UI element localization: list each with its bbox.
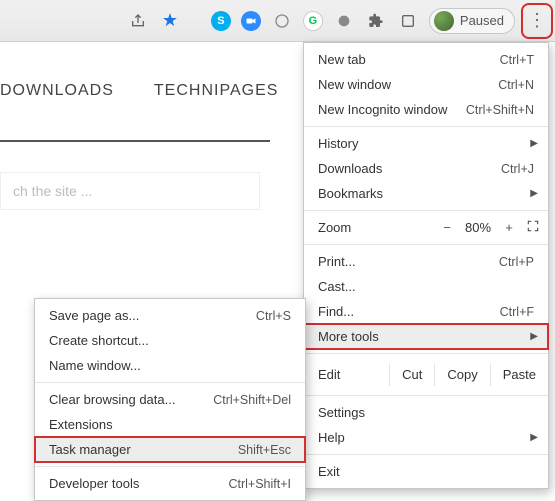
search-input[interactable]: ch the site ... [0, 172, 260, 210]
page-tab-technipages[interactable]: TECHNIPAGES [154, 82, 279, 100]
menu-label: Clear browsing data... [49, 392, 213, 407]
chrome-main-menu: New tab Ctrl+T New window Ctrl+N New Inc… [303, 42, 549, 489]
menu-separator [304, 126, 548, 127]
menu-label: Help [318, 430, 534, 445]
menu-label: Downloads [318, 161, 501, 176]
edit-paste-button[interactable]: Paste [490, 363, 548, 386]
bookmark-star-icon[interactable]: ★ [159, 10, 181, 32]
menu-bookmarks[interactable]: Bookmarks ▶ [304, 181, 548, 206]
browser-toolbar: ★ S G Paused ⋮ [0, 0, 555, 42]
submenu-task-manager[interactable]: Task manager Shift+Esc [35, 437, 305, 462]
submenu-arrow-icon: ▶ [530, 138, 538, 149]
extension-generic-icon[interactable] [271, 10, 293, 32]
chrome-menu-button[interactable]: ⋮ [525, 7, 549, 35]
menu-shortcut: Ctrl+T [500, 53, 534, 67]
submenu-name-window[interactable]: Name window... [35, 353, 305, 378]
menu-help[interactable]: Help ▶ [304, 425, 548, 450]
menu-label: Name window... [49, 358, 291, 373]
submenu-arrow-icon: ▶ [530, 331, 538, 342]
menu-shortcut: Ctrl+S [256, 309, 291, 323]
menu-downloads[interactable]: Downloads Ctrl+J [304, 156, 548, 181]
page-background: DOWNLOADS TECHNIPAGES ch the site ... [0, 42, 278, 210]
menu-separator [304, 210, 548, 211]
menu-label: History [318, 136, 534, 151]
page-tab-downloads[interactable]: DOWNLOADS [0, 82, 114, 100]
menu-label: More tools [318, 329, 534, 344]
menu-find[interactable]: Find... Ctrl+F [304, 299, 548, 324]
extension-skype-icon[interactable]: S [211, 11, 231, 31]
menu-label: Extensions [49, 417, 291, 432]
menu-label: Task manager [49, 442, 238, 457]
menu-label: Developer tools [49, 476, 228, 491]
menu-separator [35, 466, 305, 467]
submenu-arrow-icon: ▶ [530, 432, 538, 443]
menu-shortcut: Ctrl+J [501, 162, 534, 176]
menu-label: Save page as... [49, 308, 256, 323]
menu-label: New Incognito window [318, 102, 466, 117]
menu-label: New tab [318, 52, 500, 67]
menu-label: New window [318, 77, 498, 92]
menu-label: Cast... [318, 279, 534, 294]
menu-separator [35, 382, 305, 383]
profile-status-label: Paused [460, 13, 504, 28]
menu-shortcut: Ctrl+Shift+Del [213, 393, 291, 407]
menu-label: Print... [318, 254, 499, 269]
menu-print[interactable]: Print... Ctrl+P [304, 249, 548, 274]
menu-history[interactable]: History ▶ [304, 131, 548, 156]
more-tools-submenu: Save page as... Ctrl+S Create shortcut..… [34, 298, 306, 501]
menu-new-window[interactable]: New window Ctrl+N [304, 72, 548, 97]
zoom-percent: 80% [458, 220, 498, 235]
extensions-puzzle-icon[interactable] [365, 10, 387, 32]
submenu-arrow-icon: ▶ [530, 188, 538, 199]
menu-edit-row: Edit Cut Copy Paste [304, 358, 548, 391]
menu-new-tab[interactable]: New tab Ctrl+T [304, 47, 548, 72]
zoom-out-button[interactable]: − [436, 220, 458, 235]
menu-separator [304, 454, 548, 455]
zoom-label: Zoom [318, 220, 436, 235]
page-separator [0, 140, 270, 142]
extension-grammarly-icon[interactable]: G [303, 11, 323, 31]
submenu-create-shortcut[interactable]: Create shortcut... [35, 328, 305, 353]
menu-shortcut: Shift+Esc [238, 443, 291, 457]
menu-label: Settings [318, 405, 534, 420]
menu-separator [304, 395, 548, 396]
submenu-clear-browsing-data[interactable]: Clear browsing data... Ctrl+Shift+Del [35, 387, 305, 412]
menu-zoom-row: Zoom − 80% + [304, 215, 548, 240]
menu-settings[interactable]: Settings [304, 400, 548, 425]
menu-shortcut: Ctrl+N [498, 78, 534, 92]
menu-cast[interactable]: Cast... [304, 274, 548, 299]
edit-label: Edit [318, 367, 389, 382]
reading-list-icon[interactable] [397, 10, 419, 32]
submenu-save-page[interactable]: Save page as... Ctrl+S [35, 303, 305, 328]
menu-shortcut: Ctrl+P [499, 255, 534, 269]
extension-zoom-icon[interactable] [241, 11, 261, 31]
menu-exit[interactable]: Exit [304, 459, 548, 484]
menu-separator [304, 353, 548, 354]
menu-label: Find... [318, 304, 500, 319]
menu-shortcut: Ctrl+Shift+I [228, 477, 291, 491]
share-icon[interactable] [127, 10, 149, 32]
menu-incognito[interactable]: New Incognito window Ctrl+Shift+N [304, 97, 548, 122]
menu-separator [304, 244, 548, 245]
menu-more-tools[interactable]: More tools ▶ [304, 324, 548, 349]
menu-label: Create shortcut... [49, 333, 291, 348]
zoom-in-button[interactable]: + [498, 220, 520, 235]
profile-avatar-icon [434, 11, 454, 31]
edit-cut-button[interactable]: Cut [389, 363, 434, 386]
extension-generic2-icon[interactable] [333, 10, 355, 32]
menu-shortcut: Ctrl+F [500, 305, 534, 319]
submenu-developer-tools[interactable]: Developer tools Ctrl+Shift+I [35, 471, 305, 496]
menu-label: Bookmarks [318, 186, 534, 201]
menu-label: Exit [318, 464, 534, 479]
profile-pill[interactable]: Paused [429, 8, 515, 34]
menu-shortcut: Ctrl+Shift+N [466, 103, 534, 117]
submenu-extensions[interactable]: Extensions [35, 412, 305, 437]
fullscreen-icon[interactable] [526, 219, 540, 236]
edit-copy-button[interactable]: Copy [434, 363, 489, 386]
